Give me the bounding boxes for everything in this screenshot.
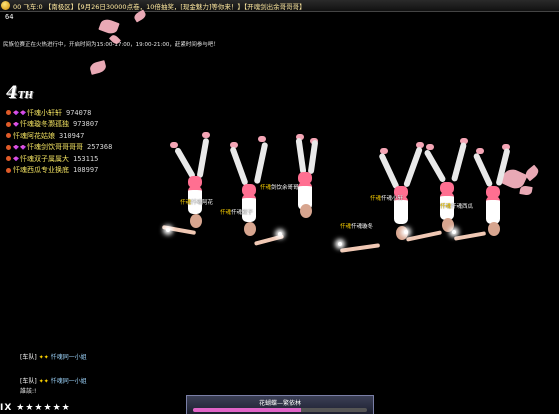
team-member-name: 忏魂同一小姐 xyxy=(50,378,87,385)
leaderboard-row: 忏魂小轩轩 974078 xyxy=(6,107,112,119)
player-name-label: 忏魂忏魂阿花 xyxy=(180,200,214,206)
gem-icon xyxy=(20,144,26,150)
team-dot-icon xyxy=(6,144,11,150)
player-score: 973807 xyxy=(73,120,99,129)
fps-counter: 64 xyxy=(5,13,14,21)
player-name: 忏魂双子属属大 xyxy=(20,154,69,163)
player-score: 257368 xyxy=(87,143,113,152)
song-progress-track xyxy=(193,408,367,412)
team-chat-line: [车队] ✦✦ 忏魂同一小姐 xyxy=(20,378,87,385)
petal-decoration xyxy=(98,17,120,36)
star-icons: ★★★★★★ xyxy=(16,403,71,413)
player-score: 108997 xyxy=(73,166,99,175)
team-dot-icon xyxy=(6,133,11,139)
player-name-label: 忏魂忏魂西瓜 xyxy=(440,204,474,210)
gem-icon xyxy=(13,144,19,150)
leaderboard: 忏魂小轩轩 974078 忏魂璇冬灏孤独 973807 忏魂阿花姑娘 310947 忏… xyxy=(6,107,112,176)
player-score: 974078 xyxy=(66,108,92,117)
chat-message: 誰該:! xyxy=(20,388,37,395)
leaderboard-row: 忏魂西瓜专业换底 108997 xyxy=(6,165,112,177)
player-name-label: 忏魂忏魂璇冬 xyxy=(340,224,374,230)
badge-icon: ✦✦ xyxy=(38,354,49,361)
badge-icon: ✦✦ xyxy=(38,378,49,385)
player-name-label: 忏魂忏魂小轩 xyxy=(370,196,404,202)
song-progress-fill xyxy=(193,408,301,412)
top-status-bar: 00 飞车:0 【南极区】【9月26日30000点卷，10倍抽奖，[现金魅力]等… xyxy=(0,0,559,12)
leaderboard-row: 忏魂剑饮哥哥哥哥 257368 xyxy=(6,142,112,154)
player-name: 忏魂西瓜专业换底 xyxy=(13,166,69,175)
team-chat-line: [车队] ✦✦ 忏魂同一小姐 xyxy=(20,354,87,361)
team-dot-icon xyxy=(6,110,11,116)
announcement-text: 00 飞车:0 【南极区】【9月26日30000点卷，10倍抽奖，[现金魅力]等… xyxy=(13,2,306,11)
rank-suffix: TH xyxy=(17,91,34,101)
gem-icon xyxy=(13,121,19,127)
team-dot-icon xyxy=(6,121,11,127)
player-name-label: 忏魂忏魂双子 xyxy=(220,210,254,216)
rank-number: 4 xyxy=(6,83,18,103)
team-dot-icon xyxy=(6,156,11,162)
leaderboard-row: 忏魂璇冬灏孤独 973807 xyxy=(6,119,112,131)
combo-label: IX xyxy=(0,403,13,413)
team-member-name: 忏魂同一小姐 xyxy=(50,354,87,361)
song-title: 花蝴蝶—繁依林 xyxy=(258,400,301,407)
player-name: 忏魂小轩轩 xyxy=(27,108,62,117)
rank-display: 4TH xyxy=(6,83,33,103)
player-name: 忏魂阿花姑娘 xyxy=(13,131,55,140)
player-name: 忏魂剑饮哥哥哥哥 xyxy=(27,143,83,152)
leaderboard-row: 忏魂双子属属大 153115 xyxy=(6,153,112,165)
gem-icon xyxy=(13,156,19,162)
player-score: 153115 xyxy=(73,154,99,163)
player-name-label: 忏魂剑饮余哥哥 xyxy=(260,185,299,191)
petal-decoration xyxy=(519,185,533,196)
player-name: 忏魂璇冬灏孤独 xyxy=(20,120,69,129)
gem-icon xyxy=(20,110,26,116)
petal-decoration xyxy=(88,60,108,75)
song-progress-panel: 花蝴蝶—繁依林 xyxy=(186,395,374,414)
combo-stars: IX ★★★★★★ xyxy=(0,403,200,413)
leaderboard-row: 忏魂阿花姑娘 310947 xyxy=(6,130,112,142)
game-logo-icon xyxy=(1,1,10,10)
player-score: 310947 xyxy=(59,131,85,140)
team-dot-icon xyxy=(6,167,11,173)
gem-icon xyxy=(13,110,19,116)
